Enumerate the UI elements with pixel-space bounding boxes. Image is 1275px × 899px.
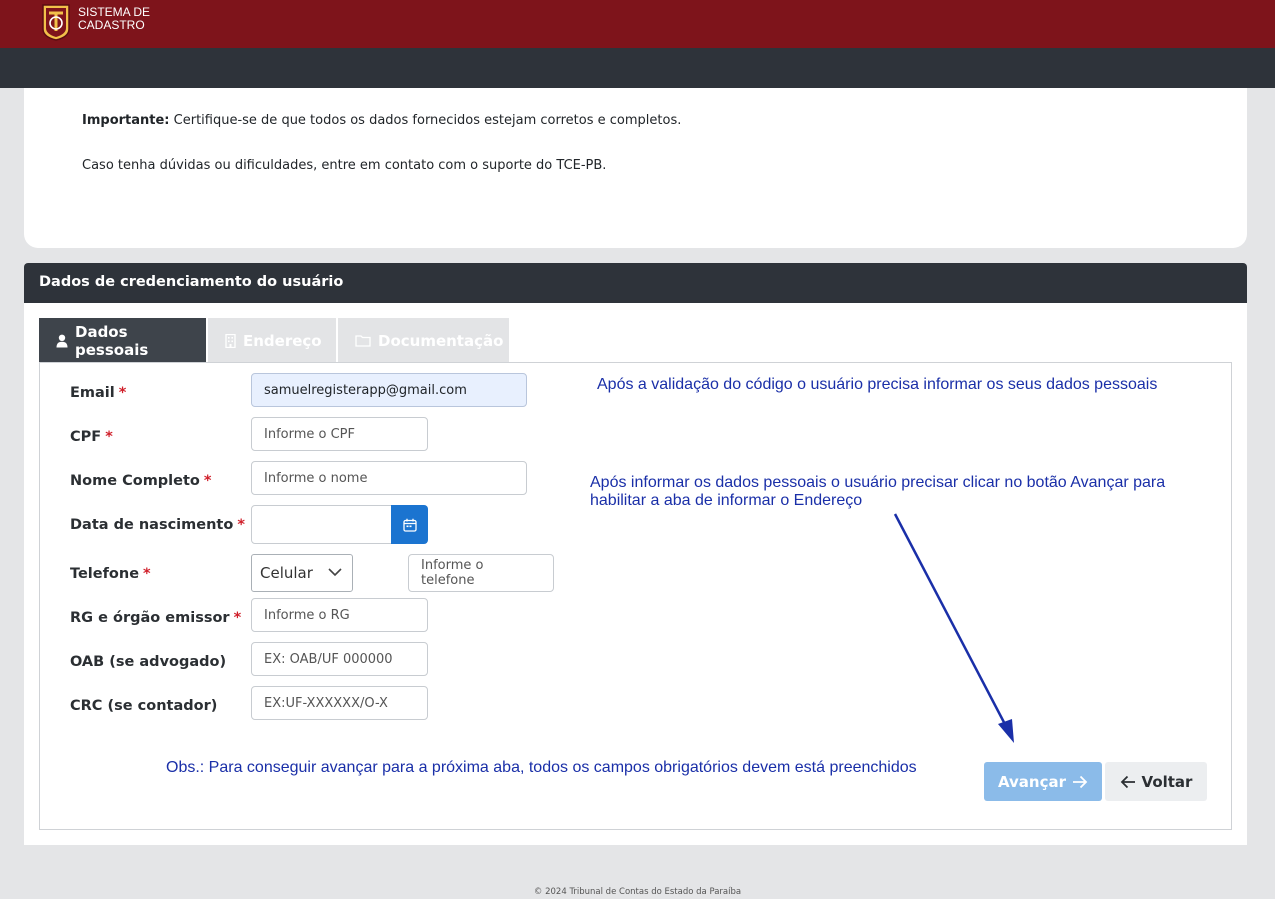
tce-logo-icon bbox=[42, 4, 70, 41]
crc-field[interactable]: EX:UF-XXXXXX/O-X bbox=[251, 686, 428, 720]
nascimento-field[interactable] bbox=[251, 505, 392, 544]
important-notice: Importante: Certifique-se de que todos o… bbox=[82, 113, 681, 128]
nascimento-label: Data de nascimento * bbox=[70, 517, 245, 533]
support-notice: Caso tenha dúvidas ou dificuldades, entr… bbox=[82, 158, 607, 173]
annotation-dados-pessoais: Após a validação do código o usuário pre… bbox=[597, 376, 1158, 393]
building-icon bbox=[225, 333, 236, 348]
brand-title: SISTEMA DE CADASTRO bbox=[78, 6, 150, 32]
oab-field[interactable]: EX: OAB/UF 000000 bbox=[251, 642, 428, 676]
crc-label: CRC (se contador) bbox=[70, 698, 218, 714]
tab-label: Documentação bbox=[378, 331, 504, 350]
annotation-avancar-line1: Após informar os dados pessoais o usuári… bbox=[590, 474, 1166, 491]
tab-label: Dados pessoais bbox=[75, 322, 149, 359]
tab-documentacao[interactable]: Documentação bbox=[338, 318, 509, 363]
obs-annotation: Obs.: Para conseguir avançar para a próx… bbox=[166, 759, 917, 776]
brand-line-2: CADASTRO bbox=[78, 18, 145, 32]
telefone-type-value: Celular bbox=[260, 564, 313, 582]
calendar-icon bbox=[402, 518, 417, 532]
folder-icon bbox=[355, 335, 371, 347]
email-label: Email * bbox=[70, 385, 127, 401]
info-card: Importante: Certifique-se de que todos o… bbox=[24, 88, 1247, 248]
navigation-bar bbox=[0, 48, 1275, 88]
voltar-label: Voltar bbox=[1141, 772, 1193, 791]
telefone-label: Telefone * bbox=[70, 566, 151, 582]
nome-label: Nome Completo * bbox=[70, 473, 212, 489]
important-label: Importante: bbox=[82, 113, 170, 128]
registration-card: Dados de credenciamento do usuário Dados… bbox=[24, 263, 1247, 845]
oab-label: OAB (se advogado) bbox=[70, 654, 227, 670]
avancar-label: Avançar bbox=[997, 772, 1067, 791]
tab-endereco[interactable]: Endereço bbox=[208, 318, 336, 363]
tab-label: Endereço bbox=[243, 331, 322, 350]
top-bar: SISTEMA DE CADASTRO bbox=[0, 0, 1275, 48]
email-field[interactable]: samuelregisterapp@gmail.com bbox=[251, 373, 527, 407]
rg-field[interactable]: Informe o RG bbox=[251, 598, 428, 632]
tab-panel-dados-pessoais: Email * CPF * Nome Completo * Data de nasci… bbox=[39, 362, 1232, 830]
rg-label: RG e órgão emissor * bbox=[70, 610, 242, 626]
nome-field[interactable]: Informe o nome bbox=[251, 461, 527, 495]
user-icon bbox=[56, 334, 68, 347]
annotation-avancar-line2: habilitar a aba de informar o Endereço bbox=[590, 492, 863, 509]
calendar-button[interactable] bbox=[391, 505, 428, 544]
card-title: Dados de credenciamento do usuário bbox=[24, 263, 1247, 303]
avancar-button[interactable]: Avançar bbox=[984, 762, 1102, 801]
telefone-type-select[interactable]: Celular bbox=[251, 554, 353, 592]
annotation-arrow-icon bbox=[893, 513, 1014, 743]
chevron-down-icon bbox=[328, 568, 342, 577]
footer-copyright: © 2024 Tribunal de Contas do Estado da P… bbox=[533, 887, 742, 897]
voltar-button[interactable]: Voltar bbox=[1105, 762, 1207, 801]
cpf-field[interactable]: Informe o CPF bbox=[251, 417, 428, 451]
tab-dados-pessoais[interactable]: Dados pessoais bbox=[39, 318, 206, 363]
telefone-field[interactable]: Informe o telefone bbox=[408, 554, 554, 592]
important-text: Certifique-se de que todos os dados forn… bbox=[173, 113, 682, 128]
arrow-right-icon bbox=[1073, 775, 1088, 788]
cpf-label: CPF * bbox=[70, 429, 113, 445]
annotation-avancar: Após informar os dados pessoais o usuári… bbox=[590, 474, 1165, 510]
arrow-left-icon bbox=[1120, 775, 1135, 788]
